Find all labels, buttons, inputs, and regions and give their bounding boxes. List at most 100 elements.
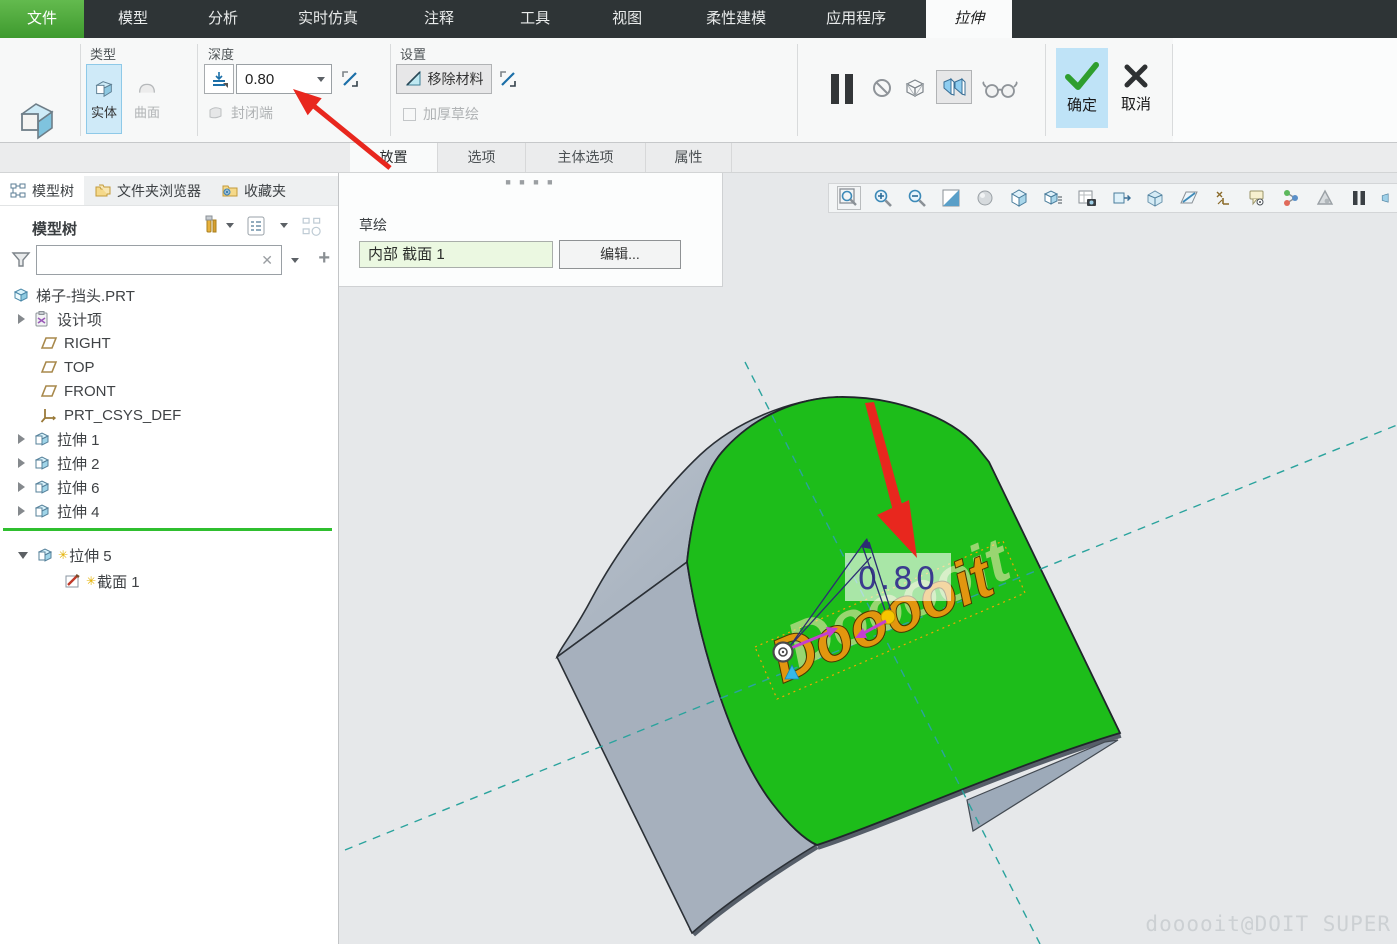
expand-arrow-icon[interactable] [18,458,25,468]
cancel-button[interactable]: 取消 [1112,48,1160,128]
pause-icon[interactable] [1347,186,1371,210]
tab-view[interactable]: 视图 [588,0,666,38]
display-style-icon[interactable] [1007,186,1031,210]
tab-folder-browser[interactable]: 文件夹浏览器 [84,176,211,205]
tree-tools-icon[interactable] [198,215,218,242]
section-view-icon[interactable] [1177,186,1201,210]
sketch-origin-handle[interactable] [774,643,793,662]
expand-arrow-icon[interactable] [18,434,25,444]
tree-row-extrude5-active[interactable]: ✳ 拉伸 5 [0,543,338,567]
tab-annotate[interactable]: 注释 [400,0,478,38]
tab-analysis[interactable]: 分析 [184,0,262,38]
tab-favorites[interactable]: 收藏夹 [211,176,296,205]
datum-display-icon[interactable] [1211,186,1235,210]
tree-row-extrude2[interactable]: 拉伸 2 [0,451,338,475]
tree-row-design-items[interactable]: 设计项 [0,307,338,331]
expand-arrow-icon[interactable] [18,506,25,516]
sketch-collector-field[interactable]: 内部 截面 1 [359,241,553,268]
tab-applications[interactable]: 应用程序 [802,0,910,38]
dragger-icon[interactable] [1313,186,1337,210]
node-display-icon[interactable] [1279,186,1303,210]
flip-depth-direction-button[interactable] [336,64,364,94]
tab-live-simulation[interactable]: 实时仿真 [274,0,382,38]
flip-material-side-button[interactable] [494,64,522,94]
capped-ends-label: 封闭端 [231,103,273,123]
expand-arrow-icon[interactable] [18,314,25,324]
cancel-label: 取消 [1121,93,1151,114]
tab-model-tree[interactable]: 模型树 [0,176,84,205]
ok-label: 确定 [1067,94,1097,115]
subtab-options[interactable]: 选项 [438,143,526,172]
tab-flexible-modeling[interactable]: 柔性建模 [682,0,790,38]
show-tree-icon[interactable] [302,215,322,242]
glasses-preview-button[interactable] [978,76,1022,102]
panel-drag-handle[interactable]: ■ ■ ■ ■ [505,177,555,187]
graphics-toolbar [828,183,1397,213]
no-preview-button[interactable] [868,74,896,102]
add-filter-icon[interactable]: + [318,247,330,270]
tree-row-csys[interactable]: PRT_CSYS_DEF [0,403,338,427]
insert-here-locator[interactable] [3,528,332,531]
tree-label: TOP [64,359,95,376]
new-feature-badge: ✳ [86,574,96,588]
tree-settings-icon[interactable] [246,215,266,242]
remove-material-button[interactable]: 移除材料 [396,64,492,94]
tree-search-input[interactable]: ✕ [36,245,282,275]
zoom-out-icon[interactable] [905,186,929,210]
zoom-in-icon[interactable] [871,186,895,210]
ok-button[interactable]: 确定 [1056,48,1108,128]
annotation-display-icon[interactable] [1245,186,1269,210]
capped-ends-button[interactable]: 封闭端 [206,100,306,126]
collapse-arrow-icon[interactable] [18,552,28,559]
part-icon [12,286,30,304]
tree-row-front-plane[interactable]: FRONT [0,379,338,403]
attached-preview-button[interactable] [936,70,972,104]
tree-row-top-plane[interactable]: TOP [0,355,338,379]
view-normal-icon[interactable] [1109,186,1133,210]
graphics-viewport[interactable]: Dooooit Dooooit 0.80 [339,173,1397,944]
surface-type-button[interactable]: 曲面 [126,64,168,134]
search-dropdown-caret[interactable] [291,258,299,263]
pause-button[interactable] [824,70,860,108]
edit-sketch-button[interactable]: 编辑... [559,240,681,269]
blind-depth-icon [209,69,229,89]
tree-tools-caret[interactable] [226,223,234,228]
subtab-placement[interactable]: 放置 [350,143,438,172]
tab-tools[interactable]: 工具 [496,0,574,38]
tree-row-extrude1[interactable]: 拉伸 1 [0,427,338,451]
clipped-icon[interactable] [1381,186,1393,210]
solid-type-button[interactable]: 实体 [86,64,122,134]
expand-arrow-icon[interactable] [18,482,25,492]
perspective-icon[interactable] [1143,186,1167,210]
solid-label: 实体 [91,102,117,121]
thicken-sketch-checkbox[interactable]: 加厚草绘 [402,102,512,126]
refit-icon[interactable] [837,186,861,210]
saved-views-icon[interactable] [1041,186,1065,210]
tree-row-extrude4[interactable]: 拉伸 4 [0,499,338,523]
wireframe-preview-button[interactable] [900,74,930,102]
repaint-icon[interactable] [939,186,963,210]
type-group-label: 类型 [90,44,116,63]
tree-row-section1[interactable]: ✳ 截面 1 [0,569,338,593]
clear-search-icon[interactable]: ✕ [261,252,273,269]
filter-funnel-icon[interactable] [10,249,32,276]
subtab-body-options[interactable]: 主体选项 [526,143,646,172]
subtab-properties[interactable]: 属性 [646,143,732,172]
tab-extrude-active[interactable]: 拉伸 [926,0,1012,38]
depth-value-combobox[interactable]: 0.80 [236,64,332,94]
depth-dropdown-caret[interactable] [317,77,325,82]
tab-model[interactable]: 模型 [94,0,172,38]
shading-style-icon[interactable] [973,186,997,210]
folder-browser-tab-label: 文件夹浏览器 [117,181,201,201]
checkbox-icon [403,108,416,121]
solid-icon [93,78,115,100]
tree-row-part[interactable]: 梯子-挡头.PRT [0,283,338,307]
tree-row-extrude6[interactable]: 拉伸 6 [0,475,338,499]
depth-type-button[interactable] [204,64,234,94]
remove-material-label: 移除材料 [428,69,484,89]
tab-file[interactable]: 文件 [0,0,84,38]
view-manager-icon[interactable] [1075,186,1099,210]
tree-settings-caret[interactable] [280,223,288,228]
depth-group-label: 深度 [208,44,234,63]
tree-row-right-plane[interactable]: RIGHT [0,331,338,355]
